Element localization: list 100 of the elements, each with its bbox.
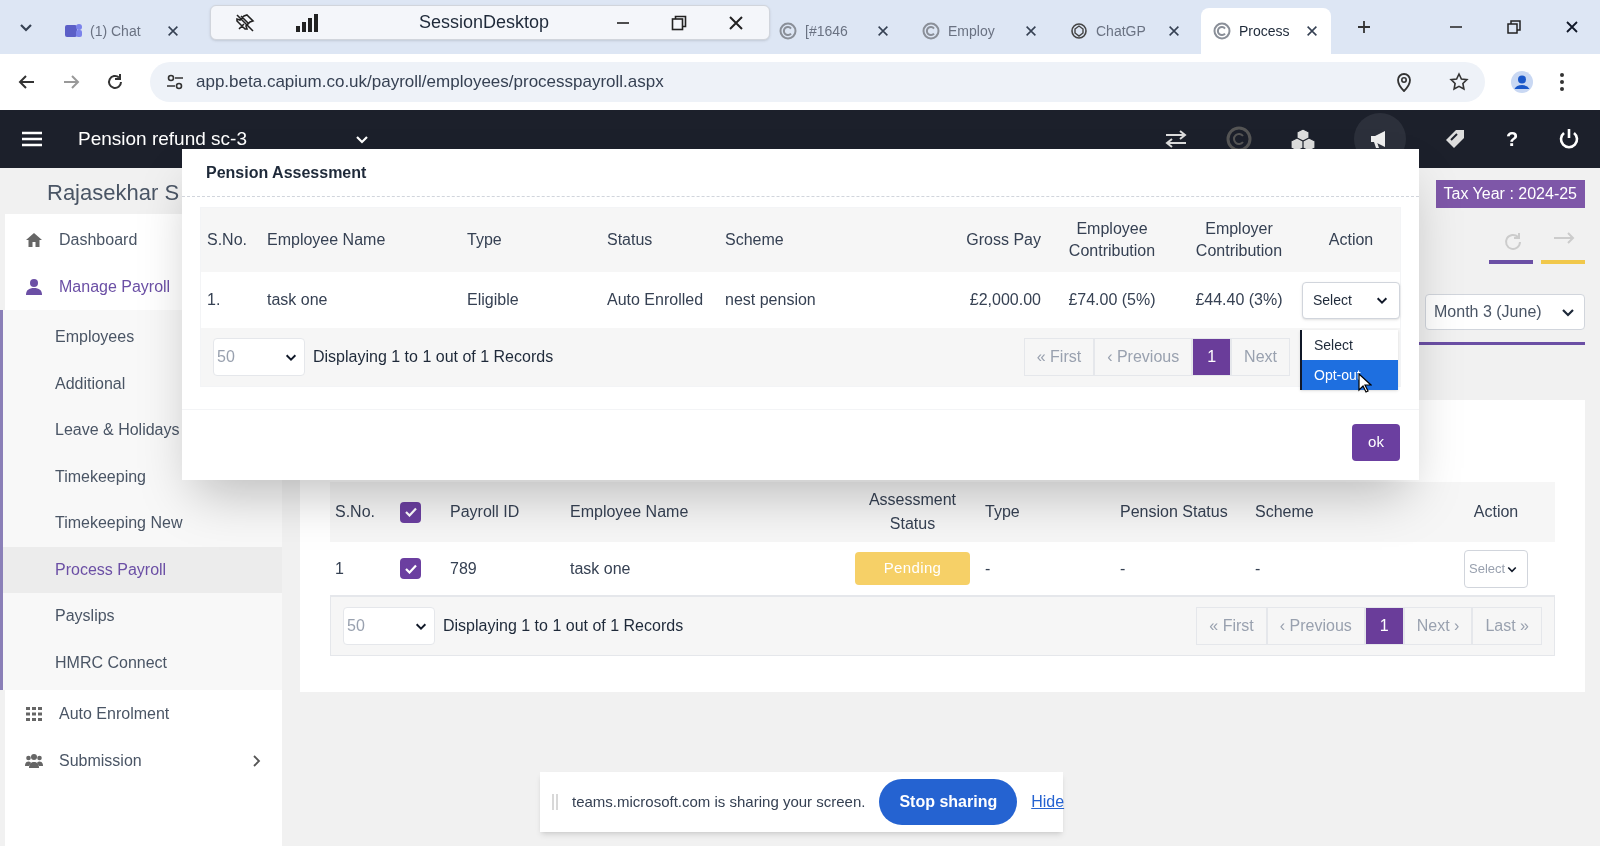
forward-icon[interactable] (62, 73, 80, 91)
site-settings-icon[interactable] (166, 73, 184, 91)
column-header: Scheme (1254, 502, 1315, 522)
check-icon (404, 507, 417, 517)
column-header: Employee Name (266, 230, 387, 250)
column-header: Assessment Status (867, 490, 958, 534)
tab-title: Employ (948, 21, 996, 41)
c-logo-icon[interactable] (1226, 126, 1252, 152)
new-tab-icon[interactable] (1356, 19, 1372, 35)
browser-tab[interactable]: Employ (910, 8, 1050, 54)
tag-icon[interactable] (1444, 128, 1466, 150)
submenu-item[interactable]: Timekeeping New (3, 500, 282, 547)
table-cell-text: Auto Enrolled (606, 290, 705, 310)
user-name: Rajasekhar S (47, 180, 180, 205)
people-icon (25, 751, 43, 770)
browser-tab[interactable]: [#1646 (767, 8, 902, 54)
browser-tab[interactable]: ChatGP (1058, 8, 1193, 54)
close-icon[interactable] (1564, 19, 1580, 35)
profile-icon[interactable] (1511, 71, 1533, 93)
hide-link[interactable]: Hide (1031, 790, 1065, 814)
checkbox[interactable] (400, 501, 421, 523)
ok-button[interactable]: ok (1352, 424, 1400, 461)
column-header: S.No. (206, 230, 248, 250)
close-icon[interactable] (1305, 24, 1319, 38)
column-header: S.No. (334, 502, 376, 522)
knot-logo-icon (1070, 22, 1088, 40)
table-cell-text: task one (266, 290, 329, 310)
swap-icon[interactable] (1164, 129, 1188, 149)
address-bar[interactable]: app.beta.capium.co.uk/payroll/employees/processpayroll.aspx (150, 62, 1485, 102)
back-icon[interactable] (18, 73, 36, 91)
column-header: Payroll ID (449, 502, 521, 522)
pagination-button[interactable]: 1 (1192, 338, 1232, 376)
tab-title: (1) Chat (90, 21, 142, 41)
unpin-icon[interactable] (235, 12, 255, 33)
table-cell-text: 789 (449, 558, 478, 579)
signal-icon (295, 13, 319, 32)
menu-icon[interactable] (22, 131, 42, 147)
column-header: Employer Contribution (1194, 219, 1284, 261)
reload-icon[interactable] (106, 73, 124, 91)
column-header: Status (606, 230, 654, 250)
check-icon (404, 563, 417, 574)
dialog-title: Pension Assessment (206, 162, 367, 183)
period-select[interactable]: Month 3 (June) (1425, 294, 1585, 330)
column-header: Action (1472, 502, 1520, 522)
tab-title: [#1646 (805, 21, 849, 41)
tax-year-badge: Tax Year : 2024-25 (1435, 180, 1585, 208)
share-message: teams.microsoft.com is sharing your screen. (572, 791, 866, 812)
close-icon[interactable] (1024, 24, 1038, 38)
action-select[interactable]: Select (1302, 281, 1400, 319)
table-cell-text: 1. (206, 290, 222, 310)
records-summary: Displaying 1 to 1 out of 1 Records (443, 616, 684, 636)
submenu-item[interactable]: HMRC Connect (3, 639, 282, 686)
chat-app-icon (64, 22, 82, 40)
c-logo-icon (779, 22, 797, 40)
table-cell-text: £44.40 (3%) (1194, 290, 1284, 310)
dropdown-option[interactable]: Select (1302, 330, 1398, 360)
grid-icon (25, 704, 43, 723)
submenu-item[interactable]: Payslips (3, 593, 282, 640)
c-logo-icon (922, 22, 940, 40)
cubes-icon[interactable] (1290, 127, 1316, 151)
chevron-right-icon (252, 753, 262, 768)
browser-tab[interactable]: Process (1201, 8, 1331, 54)
dropdown-option[interactable]: Opt-out (1302, 360, 1398, 390)
table-cell-text: £2,000.00 (968, 290, 1042, 310)
home-icon (25, 230, 43, 249)
column-header: Employee Contribution (1067, 219, 1157, 261)
sidebar-item[interactable]: Submission (5, 737, 282, 784)
restore-icon[interactable] (671, 14, 687, 31)
url-text: app.beta.capium.co.uk/payroll/employees/processpayroll.aspx (196, 71, 665, 94)
column-header: Employee Name (569, 502, 690, 522)
sidebar-item[interactable]: Auto Enrolment (5, 690, 282, 737)
tab-title: ChatGP (1096, 21, 1147, 41)
more-menu-icon[interactable] (1559, 72, 1565, 92)
column-header: Scheme (724, 230, 785, 250)
tab-title: Process (1239, 21, 1291, 41)
column-header: Action (1327, 230, 1375, 250)
power-icon[interactable] (1558, 128, 1580, 150)
table-cell-text: - (1119, 558, 1127, 579)
table-cell-text: £74.00 (5%) (1067, 290, 1157, 310)
restore-icon[interactable] (1506, 19, 1522, 35)
table-cell-text: task one (569, 558, 632, 579)
close-icon[interactable] (876, 24, 890, 38)
location-icon[interactable] (1395, 72, 1413, 92)
submenu-item[interactable]: Process Payroll (3, 546, 282, 593)
checkbox[interactable] (400, 558, 421, 579)
table-cell-text: Eligible (466, 290, 520, 310)
close-icon[interactable] (727, 13, 745, 32)
column-header: Pension Status (1119, 502, 1229, 522)
star-icon[interactable] (1449, 72, 1469, 92)
pagination-button[interactable]: 1 (1364, 607, 1404, 645)
column-header: Type (466, 230, 503, 250)
drag-handle-icon[interactable] (552, 794, 558, 810)
close-icon[interactable] (166, 24, 180, 38)
column-header: Type (984, 502, 1021, 522)
stop-sharing-button[interactable]: Stop sharing (879, 779, 1018, 825)
help-button[interactable]: ? (1504, 124, 1520, 154)
browser-tab[interactable]: (1) Chat (52, 8, 192, 54)
table-cell-text: - (984, 558, 992, 579)
column-header: Gross Pay (965, 230, 1042, 250)
close-icon[interactable] (1167, 24, 1181, 38)
